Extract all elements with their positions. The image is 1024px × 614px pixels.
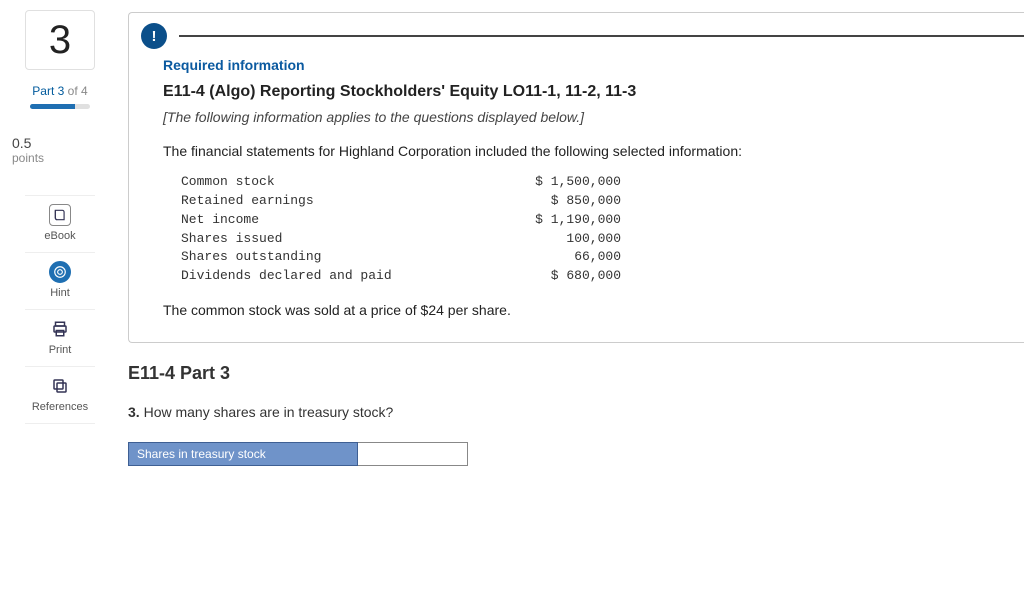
part-indicator: Part 3 of 4 (32, 84, 87, 98)
copy-icon (49, 375, 71, 397)
lead-text: The financial statements for Highland Co… (163, 143, 1000, 159)
progress-fill (30, 104, 75, 109)
references-label: References (32, 401, 88, 413)
answer-label: Shares in treasury stock (128, 442, 358, 466)
required-info-box: ! Required information E11-4 (Algo) Repo… (128, 12, 1024, 343)
left-rail: 3 Part 3 of 4 0.5 points eBook Hint Prin… (0, 0, 120, 486)
points-box: 0.5 points (0, 135, 120, 165)
exclamation-icon: ! (141, 23, 167, 49)
table-row: Common stock $ 1,500,000 (181, 173, 1000, 192)
answer-row: Shares in treasury stock (128, 442, 1024, 466)
question-text: 3. How many shares are in treasury stock… (128, 404, 1024, 420)
lifesaver-icon (49, 261, 71, 283)
closing-text: The common stock was sold at a price of … (163, 302, 1000, 318)
main-content: ! Required information E11-4 (Algo) Repo… (120, 0, 1024, 486)
question-number: 3 (49, 18, 71, 63)
info-divider (179, 35, 1024, 37)
print-button[interactable]: Print (25, 309, 95, 366)
part-heading: E11-4 Part 3 (128, 363, 1024, 384)
print-label: Print (49, 344, 72, 356)
question-number-box: 3 (25, 10, 95, 70)
question-number-inline: 3. (128, 404, 140, 420)
applies-note: [The following information applies to th… (163, 109, 1000, 125)
financial-table: Common stock $ 1,500,000 Retained earnin… (181, 173, 1000, 286)
hint-button[interactable]: Hint (25, 252, 95, 309)
exercise-title: E11-4 (Algo) Reporting Stockholders' Equ… (163, 83, 1000, 101)
printer-icon (49, 318, 71, 340)
table-row: Shares outstanding 66,000 (181, 248, 1000, 267)
references-button[interactable]: References (25, 366, 95, 424)
ebook-button[interactable]: eBook (25, 195, 95, 252)
ebook-label: eBook (44, 230, 75, 242)
book-icon (49, 204, 71, 226)
answer-input[interactable] (358, 442, 468, 466)
table-row: Retained earnings $ 850,000 (181, 192, 1000, 211)
table-row: Shares issued 100,000 (181, 230, 1000, 249)
hint-label: Hint (50, 287, 70, 299)
points-value: 0.5 (12, 135, 120, 151)
required-info-label: Required information (163, 57, 1000, 73)
table-row: Dividends declared and paid $ 680,000 (181, 267, 1000, 286)
table-row: Net income $ 1,190,000 (181, 211, 1000, 230)
points-label: points (12, 151, 120, 165)
progress-bar (30, 104, 90, 109)
